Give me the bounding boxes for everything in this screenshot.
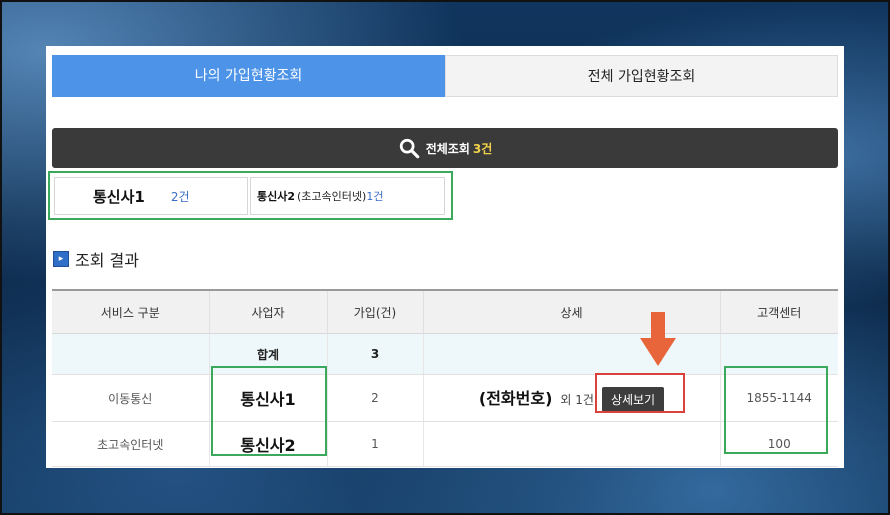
tab-my-subscriptions[interactable]: 나의 가입현황조회 bbox=[52, 55, 445, 97]
center-cell: 1855-1144 bbox=[719, 374, 838, 422]
section-title-text: 조회 결과 bbox=[75, 251, 139, 270]
detail-cell bbox=[422, 421, 720, 467]
search-all-button[interactable]: 전체조회 3건 bbox=[52, 128, 838, 168]
carrier-card-name: 통신사2 bbox=[257, 190, 296, 203]
search-all-count: 3건 bbox=[472, 141, 493, 156]
count-cell: 2 bbox=[326, 374, 423, 422]
carrier-card-name: 통신사1 bbox=[93, 187, 145, 206]
total-row: 합계 3 bbox=[52, 333, 838, 375]
carrier-card-count: 1건 bbox=[366, 190, 384, 203]
carrier-cell: 통신사1 bbox=[208, 374, 327, 422]
count-cell: 1 bbox=[326, 421, 423, 467]
table-row: 이동통신 통신사1 2 (전화번호) 외 1건 상세보기 1855-1144 bbox=[52, 374, 838, 422]
carrier-summary-highlight: 통신사1 2건 통신사2 (초고속인터넷) 1건 bbox=[48, 171, 453, 220]
carrier-card-1[interactable]: 통신사1 2건 bbox=[54, 177, 248, 215]
chevron-right-icon: ▸ bbox=[53, 251, 69, 267]
phone-number: (전화번호) bbox=[478, 388, 553, 408]
header-service: 서비스 구분 bbox=[52, 289, 209, 334]
tab-all-subscriptions[interactable]: 전체 가입현황조회 bbox=[445, 55, 838, 97]
tab-bar: 나의 가입현황조회 전체 가입현황조회 bbox=[52, 55, 838, 97]
service-cell: 이동통신 bbox=[52, 374, 209, 422]
header-count: 가입(건) bbox=[326, 289, 423, 334]
total-label: 합계 bbox=[208, 333, 327, 375]
table-header-row: 서비스 구분 사업자 가입(건) 상세 고객센터 bbox=[52, 289, 838, 334]
search-all-label: 전체조회 bbox=[425, 141, 470, 156]
carrier-name: 통신사1 bbox=[240, 390, 296, 409]
detail-cell: (전화번호) 외 1건 상세보기 bbox=[422, 374, 720, 422]
carrier-card-count: 2건 bbox=[170, 189, 190, 204]
carrier-card-2[interactable]: 통신사2 (초고속인터넷) 1건 bbox=[250, 177, 445, 215]
service-cell: 초고속인터넷 bbox=[52, 421, 209, 467]
view-detail-button[interactable]: 상세보기 bbox=[601, 386, 665, 412]
search-icon bbox=[399, 138, 420, 159]
table-row: 초고속인터넷 통신사2 1 100 bbox=[52, 421, 838, 467]
content-panel: 나의 가입현황조회 전체 가입현황조회 전체조회 3건 통신사1 2건 통신사2… bbox=[46, 46, 844, 468]
carrier-card-subtitle: (초고속인터넷) bbox=[297, 190, 367, 203]
total-empty-cell bbox=[719, 333, 838, 375]
arrow-down-icon bbox=[640, 312, 676, 366]
detail-extra-count: 외 1건 bbox=[560, 392, 594, 407]
carrier-name: 통신사2 bbox=[240, 436, 296, 455]
header-center: 고객센터 bbox=[719, 289, 838, 334]
carrier-cell: 통신사2 bbox=[208, 421, 327, 467]
result-table: 서비스 구분 사업자 가입(건) 상세 고객센터 합계 3 이동통신 통신사1 … bbox=[52, 289, 838, 467]
total-count: 3 bbox=[326, 333, 423, 375]
center-cell: 100 bbox=[719, 421, 838, 467]
header-carrier: 사업자 bbox=[208, 289, 327, 334]
result-section-title: ▸ 조회 결과 bbox=[53, 247, 139, 271]
total-empty-cell bbox=[52, 333, 209, 375]
